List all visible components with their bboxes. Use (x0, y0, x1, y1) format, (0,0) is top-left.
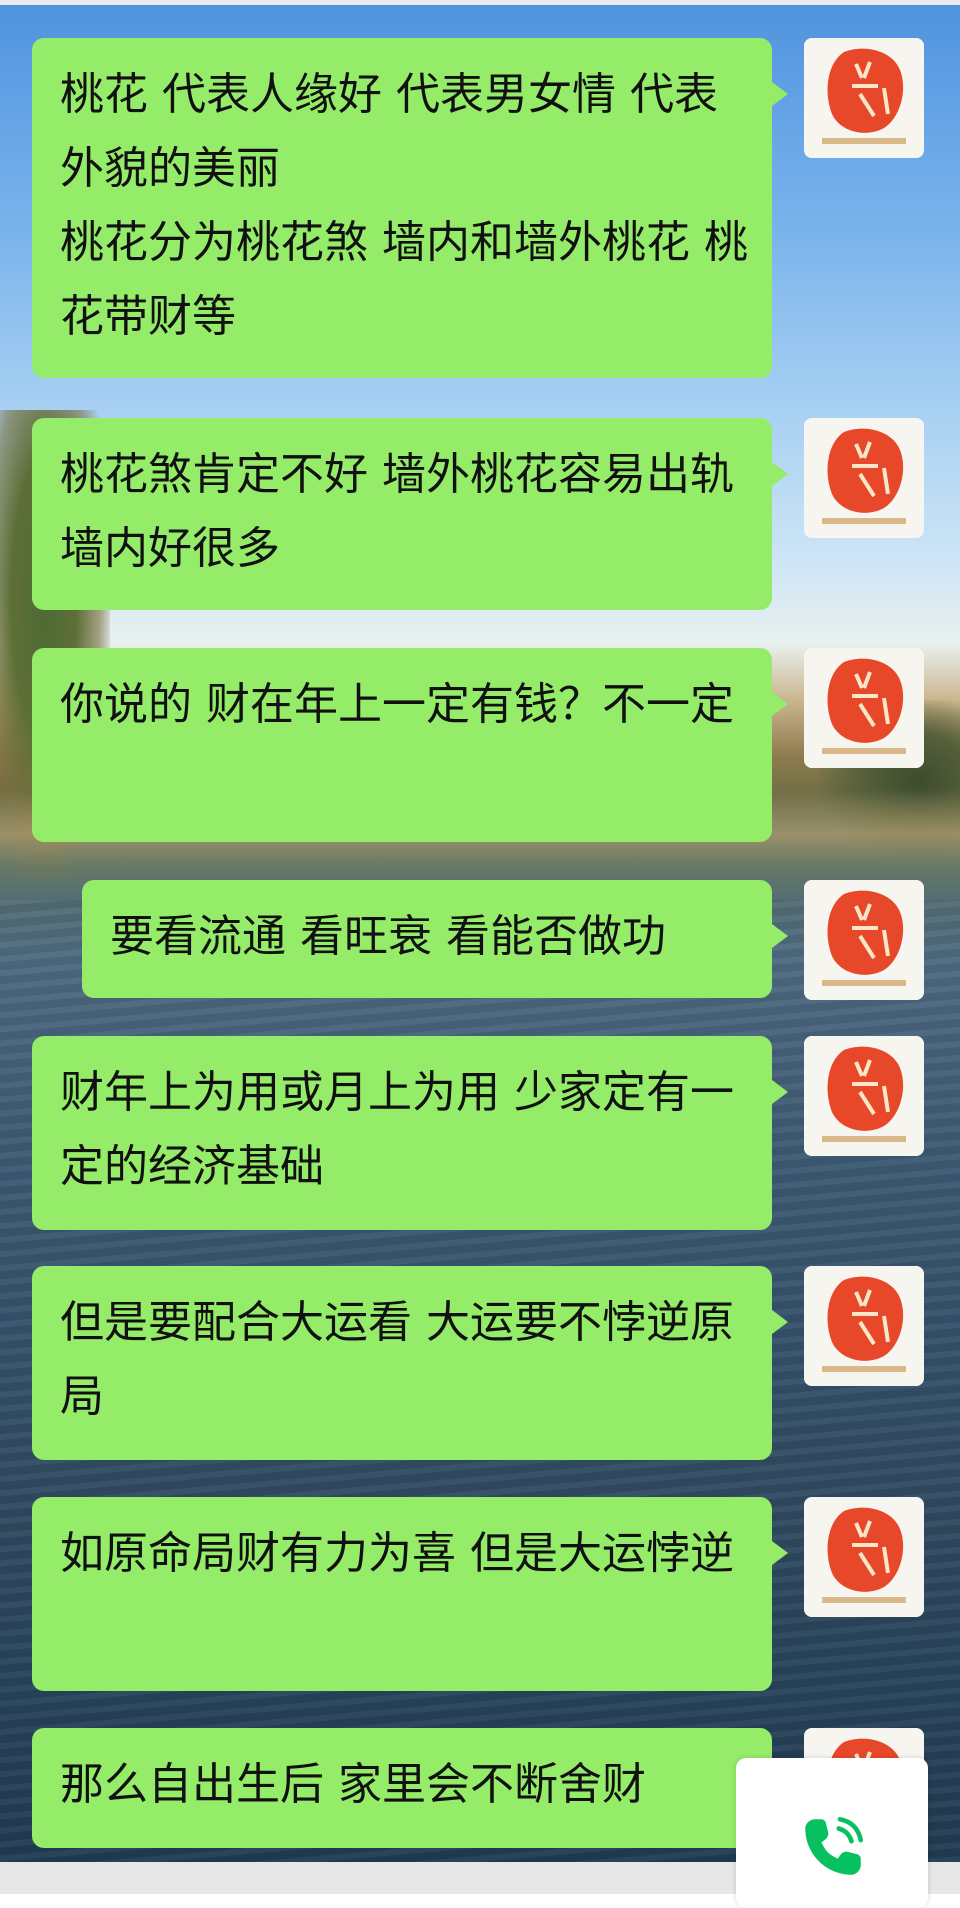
red-seal-logo-icon (804, 880, 924, 1000)
top-edge (0, 0, 960, 5)
message-bubble[interactable]: 桃花煞肯定不好 墙外桃花容易出轨 墙内好很多 (32, 418, 788, 610)
message-bubble[interactable]: 但是要配合大运看 大运要不悖逆原局 (32, 1266, 788, 1460)
message-bubble[interactable]: 要看流通 看旺衰 看能否做功 (82, 880, 788, 998)
sender-avatar[interactable] (804, 880, 924, 1000)
sender-avatar[interactable] (804, 38, 924, 158)
message-bubble[interactable]: 那么自出生后 家里会不断舍财 (32, 1728, 788, 1848)
sender-avatar[interactable] (804, 648, 924, 768)
red-seal-logo-icon (804, 1497, 924, 1617)
message-bubble[interactable]: 桃花 代表人缘好 代表男女情 代表外貌的美丽 桃花分为桃花煞 墙内和墙外桃花 桃… (32, 38, 788, 378)
red-seal-logo-icon (804, 1266, 924, 1386)
voice-call-button[interactable] (736, 1758, 928, 1908)
red-seal-logo-icon (804, 1036, 924, 1156)
red-seal-logo-icon (804, 418, 924, 538)
sender-avatar[interactable] (804, 1497, 924, 1617)
red-seal-logo-icon (804, 648, 924, 768)
message-bubble[interactable]: 财年上为用或月上为用 少家定有一定的经济基础 (32, 1036, 788, 1230)
message-bubble[interactable]: 你说的 财在年上一定有钱？不一定 (32, 648, 788, 842)
phone-call-icon (805, 1816, 864, 1875)
message-bubble[interactable]: 如原命局财有力为喜 但是大运悖逆 (32, 1497, 788, 1691)
sender-avatar[interactable] (804, 1036, 924, 1156)
red-seal-logo-icon (804, 38, 924, 158)
sender-avatar[interactable] (804, 1266, 924, 1386)
sender-avatar[interactable] (804, 418, 924, 538)
